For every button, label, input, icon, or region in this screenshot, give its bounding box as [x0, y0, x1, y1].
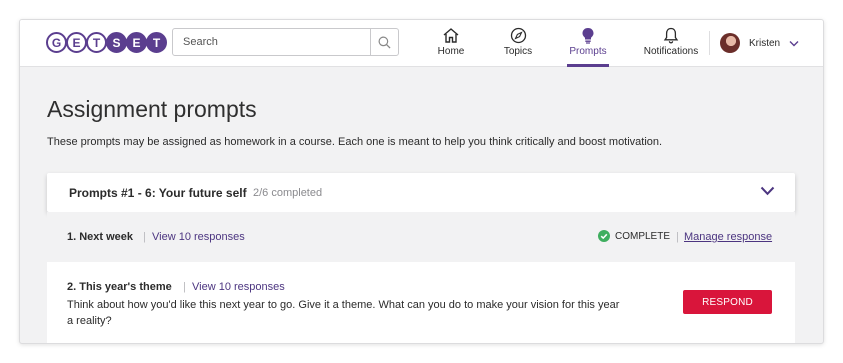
manage-response-link[interactable]: Manage response [684, 231, 772, 243]
logo-letter: E [66, 32, 87, 53]
prompt-group-title: Prompts #1 - 6: Your future self [69, 186, 247, 200]
home-icon [443, 28, 459, 43]
compass-icon [510, 27, 526, 44]
prompt-group-header[interactable]: Prompts #1 - 6: Your future self 2/6 com… [47, 173, 795, 212]
status-text: COMPLETE [615, 230, 671, 242]
separator: | [676, 231, 679, 243]
status-badge: COMPLETE [598, 230, 670, 242]
view-responses-link[interactable]: View 10 responses [192, 281, 285, 293]
top-nav-bar: G E T S E T Home [20, 20, 823, 67]
prompt-group-progress: 2/6 completed [253, 187, 323, 199]
user-menu[interactable]: Kristen [720, 31, 799, 55]
search-input[interactable] [173, 29, 369, 55]
separator: | [183, 281, 186, 293]
prompt-body: Think about how you'd like this next yea… [67, 299, 620, 327]
nav-home-label: Home [437, 46, 465, 57]
chevron-down-icon [789, 40, 799, 46]
search-button[interactable] [370, 29, 398, 55]
nav-notifications[interactable]: Notifications [640, 20, 702, 67]
nav-topics[interactable]: Topics [498, 20, 538, 67]
avatar [720, 33, 740, 53]
nav-topics-label: Topics [503, 46, 533, 57]
app-window: G E T S E T Home [19, 19, 824, 344]
nav-prompts-label: Prompts [569, 46, 607, 57]
chevron-down-icon[interactable] [760, 186, 775, 196]
prompt-title: 2. This year's theme [67, 281, 172, 293]
nav-notifications-label: Notifications [643, 46, 699, 57]
search-box [172, 28, 399, 56]
respond-button[interactable]: RESPOND [683, 290, 772, 314]
getset-logo[interactable]: G E T S E T [46, 32, 167, 53]
logo-letter: T [86, 32, 107, 53]
prompt-row: 2. This year's theme | View 10 responses… [47, 262, 795, 343]
prompt-row: 1. Next week | View 10 responses COMPLET… [47, 212, 795, 262]
logo-letter: T [146, 32, 167, 53]
page-title: Assignment prompts [47, 96, 257, 122]
user-name: Kristen [749, 37, 781, 49]
bell-icon [663, 27, 679, 44]
logo-letter: E [126, 32, 147, 53]
logo-letter: G [46, 32, 67, 53]
nav-home[interactable]: Home [433, 20, 469, 67]
prompt-title: 1. Next week [67, 231, 134, 243]
view-responses-link[interactable]: View 10 responses [152, 231, 245, 243]
check-circle-icon [598, 230, 610, 242]
search-icon [378, 36, 391, 49]
nav-prompts[interactable]: Prompts [567, 20, 609, 67]
page-description: These prompts may be assigned as homewor… [47, 136, 663, 148]
lightbulb-icon [582, 28, 594, 44]
logo-letter: S [106, 32, 127, 53]
separator: | [143, 231, 146, 243]
nav-divider [709, 31, 710, 55]
active-tab-indicator [567, 64, 609, 67]
